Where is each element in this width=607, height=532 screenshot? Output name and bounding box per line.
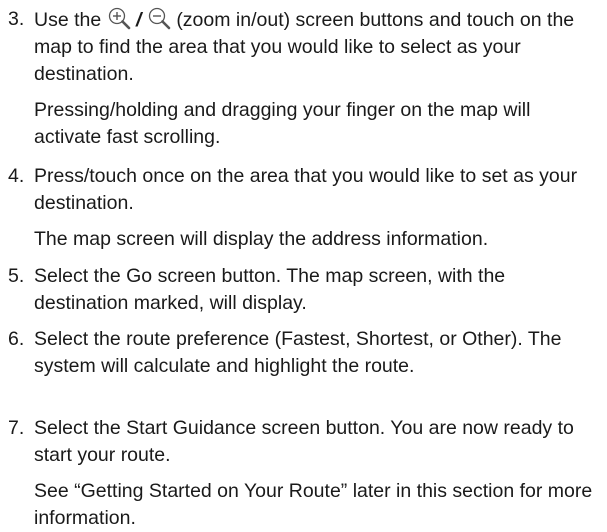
step-note: See “Getting Started on Your Route” late…: [34, 480, 593, 529]
step-text: Use the / (zoom in/out) screen buttons a…: [34, 6, 600, 88]
zoom-out-icon: [148, 7, 171, 30]
step-4: 4. Press/touch once on the area that you…: [8, 163, 600, 253]
step-text-pre: Use the: [34, 9, 102, 31]
step-number: 7.: [8, 417, 25, 439]
step-text: Press/touch once on the area that you wo…: [34, 165, 578, 214]
manual-page: 3. Use the / (zoom in/out) screen button…: [0, 0, 607, 529]
step-number: 4.: [8, 165, 25, 187]
step-5: 5. Select the Go screen button. The map …: [8, 263, 600, 317]
icon-separator: /: [136, 9, 142, 31]
step-7: 7. Select the Start Guidance screen butt…: [8, 415, 600, 532]
step-number: 6.: [8, 328, 25, 350]
step-6: 6. Select the route preference (Fastest,…: [8, 326, 600, 380]
step-text: Select the Go screen button. The map scr…: [34, 265, 506, 314]
step-note: The map screen will display the address …: [34, 228, 489, 250]
step-number: 3.: [8, 8, 25, 30]
step-note: Pressing/holding and dragging your finge…: [34, 99, 531, 148]
step-text: Select the route preference (Fastest, Sh…: [34, 328, 562, 377]
step-text: Select the Start Guidance screen button.…: [34, 417, 574, 466]
step-3: 3. Use the / (zoom in/out) screen button…: [8, 6, 600, 151]
zoom-in-icon: [108, 7, 130, 30]
step-number: 5.: [8, 265, 25, 287]
